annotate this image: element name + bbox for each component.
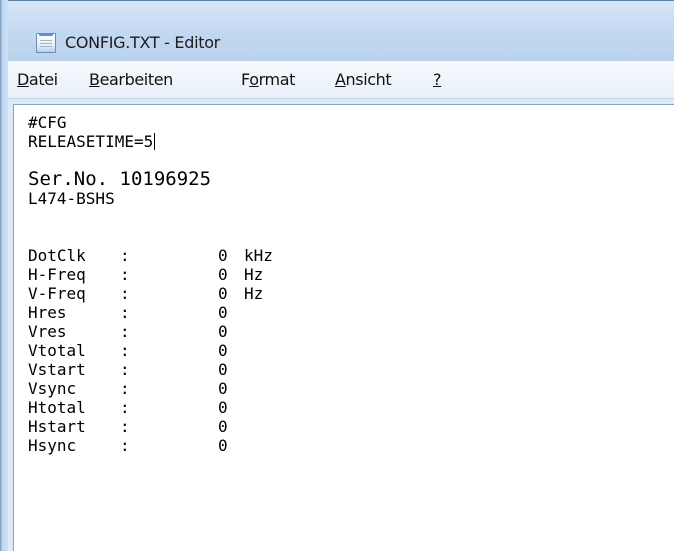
window-title: CONFIG.TXT - Editor: [65, 33, 220, 52]
param-key: V-Freq: [28, 284, 86, 303]
text-line-with-caret: RELEASETIME=5: [28, 132, 273, 151]
param-unit: kHz: [244, 246, 273, 265]
text-line: Ser.No. 10196925: [28, 168, 212, 190]
param-value: 0: [218, 379, 228, 398]
param-value: 0: [218, 303, 228, 322]
param-value: 0: [218, 341, 228, 360]
menu-bearbeiten-label: earbeiten: [99, 70, 174, 89]
text-editor[interactable]: #CFG RELEASETIME=5 Ser.No. 10196925 L474…: [13, 104, 674, 551]
menu-format-label: rmat: [258, 70, 296, 89]
param-value: 0: [218, 246, 228, 265]
notepad-window: CONFIG.TXT - Editor Datei Bearbeiten For…: [0, 0, 674, 551]
param-row: Vtotal: 0: [28, 341, 273, 360]
menu-help[interactable]: ?: [433, 70, 441, 89]
param-row: Vres: 0: [28, 322, 273, 341]
param-unit: Hz: [244, 265, 264, 284]
param-separator: :: [120, 417, 130, 436]
menu-ansicht-accelerator: A: [335, 70, 346, 89]
param-row: Vsync: 0: [28, 379, 273, 398]
menu-ansicht[interactable]: Ansicht: [335, 70, 392, 89]
text-caret: [154, 133, 156, 150]
param-key: Vres: [28, 322, 67, 341]
param-separator: :: [120, 246, 130, 265]
param-separator: :: [120, 303, 130, 322]
param-key: H-Freq: [28, 265, 86, 284]
menu-format-accelerator: o: [249, 70, 259, 89]
param-unit: Hz: [244, 284, 264, 303]
param-separator: :: [120, 265, 130, 284]
text-line: RELEASETIME=5: [28, 132, 154, 151]
text-line: L474-BSHS: [28, 189, 115, 208]
menu-datei[interactable]: Datei: [17, 70, 58, 89]
param-separator: :: [120, 341, 130, 360]
param-key: Vsync: [28, 379, 77, 398]
menu-bearbeiten-accelerator: B: [89, 70, 100, 89]
param-separator: :: [120, 398, 130, 417]
param-value: 0: [218, 417, 228, 436]
param-separator: :: [120, 322, 130, 341]
menu-ansicht-label: nsicht: [345, 70, 392, 89]
param-row: Hsync: 0: [28, 436, 273, 455]
param-key: Vstart: [28, 360, 86, 379]
param-row: Htotal: 0: [28, 398, 273, 417]
menu-datei-accelerator: D: [17, 70, 29, 89]
param-value: 0: [218, 398, 228, 417]
param-value: 0: [218, 360, 228, 379]
param-row: H-Freq: 0 Hz: [28, 265, 273, 284]
menu-format-prefix: F: [241, 70, 250, 89]
param-key: Hsync: [28, 436, 77, 455]
param-separator: :: [120, 436, 130, 455]
param-row: V-Freq: 0 Hz: [28, 284, 273, 303]
param-value: 0: [218, 265, 228, 284]
document-text[interactable]: #CFG RELEASETIME=5 Ser.No. 10196925 L474…: [28, 113, 273, 455]
param-row: Hstart: 0: [28, 417, 273, 436]
param-value: 0: [218, 284, 228, 303]
param-key: Vtotal: [28, 341, 86, 360]
param-key: Hstart: [28, 417, 86, 436]
param-key: DotClk: [28, 246, 86, 265]
param-row: DotClk: 0 kHz: [28, 246, 273, 265]
param-separator: :: [120, 379, 130, 398]
param-key: Hres: [28, 303, 67, 322]
menu-bearbeiten[interactable]: Bearbeiten: [89, 70, 173, 89]
param-value: 0: [218, 322, 228, 341]
param-separator: :: [120, 284, 130, 303]
param-key: Htotal: [28, 398, 86, 417]
text-line: #CFG: [28, 113, 67, 132]
param-value: 0: [218, 436, 228, 455]
param-row: Vstart: 0: [28, 360, 273, 379]
window-left-border[interactable]: [0, 0, 8, 551]
param-row: Hres: 0: [28, 303, 273, 322]
menu-bar: Datei Bearbeiten Format Ansicht ?: [8, 61, 674, 99]
notepad-icon[interactable]: [36, 33, 56, 53]
menu-format[interactable]: Format: [241, 70, 295, 89]
menu-datei-label: atei: [28, 70, 58, 89]
menu-help-accelerator: ?: [433, 70, 442, 89]
param-separator: :: [120, 360, 130, 379]
